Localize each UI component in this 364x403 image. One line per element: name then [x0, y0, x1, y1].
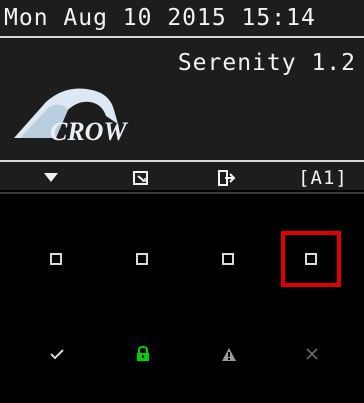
- header-divider: [0, 36, 364, 38]
- version-label: Serenity 1.2: [177, 50, 356, 76]
- triangle-down-icon: [44, 173, 58, 182]
- zone-square-icon[interactable]: [222, 253, 234, 265]
- status-trouble[interactable]: [220, 346, 238, 362]
- header-panel: Mon Aug 10 2015 15:14 Serenity 1.2 CROW: [0, 0, 364, 190]
- exit-button[interactable]: [212, 166, 242, 190]
- menu-button[interactable]: [36, 166, 66, 190]
- toolbar-divider: [0, 160, 364, 162]
- datetime-text: Mon Aug 10 2015 15:14: [4, 5, 316, 31]
- area-label: [A1]: [298, 167, 348, 189]
- toolbar-bottom-divider: [0, 192, 364, 194]
- crow-logo-text: CROW: [50, 117, 128, 146]
- zone-square-icon[interactable]: [136, 253, 148, 265]
- warning-icon: [222, 347, 236, 361]
- datetime-bar: Mon Aug 10 2015 15:14: [0, 0, 364, 36]
- exit-arrow-icon: [218, 170, 236, 186]
- lock-icon: [137, 345, 149, 361]
- check-icon: [50, 349, 64, 360]
- keypad-screen: Mon Aug 10 2015 15:14 Serenity 1.2 CROW: [0, 0, 364, 403]
- cross-icon: [306, 348, 318, 360]
- edit-box-icon: [133, 171, 148, 185]
- status-ready[interactable]: [48, 346, 66, 362]
- status-armed[interactable]: [134, 344, 152, 362]
- zone-square-icon[interactable]: [50, 253, 62, 265]
- status-fault[interactable]: [304, 346, 320, 362]
- area-selector[interactable]: [A1]: [296, 166, 350, 190]
- crow-logo: CROW: [14, 88, 128, 146]
- toolbar: [A1]: [0, 166, 364, 190]
- edit-button[interactable]: [126, 166, 156, 190]
- zone-selection-highlight: [281, 231, 341, 287]
